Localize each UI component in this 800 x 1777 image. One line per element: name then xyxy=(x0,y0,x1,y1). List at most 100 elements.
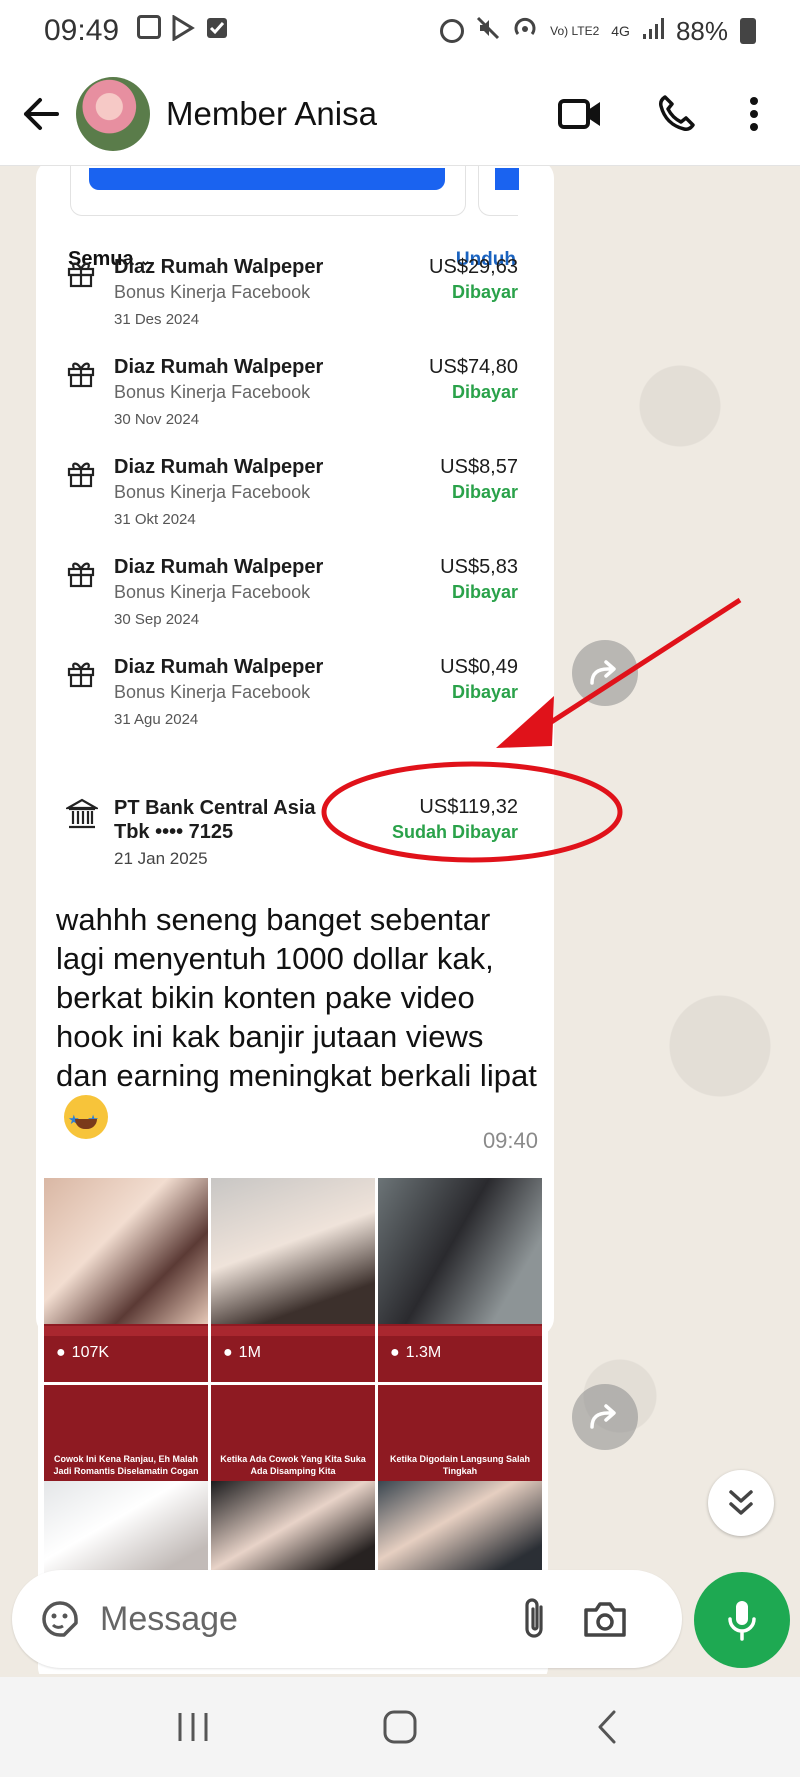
contact-avatar[interactable] xyxy=(76,76,150,151)
transaction-date: 31 Okt 2024 xyxy=(114,511,196,528)
gift-icon xyxy=(67,562,95,588)
gift-icon xyxy=(67,462,95,488)
transaction-type: Bonus Kinerja Facebook xyxy=(114,682,311,702)
gift-icon xyxy=(67,362,95,388)
card-button-fragment xyxy=(495,168,519,190)
payout-account: PT Bank Central Asia Tbk •••• 7125 xyxy=(114,797,316,843)
transaction-amount: US$74,80 xyxy=(429,356,518,378)
caption-strip xyxy=(211,1326,375,1336)
view-count: ● 1.3M xyxy=(390,1344,441,1362)
notification-icons xyxy=(137,13,229,48)
message-input[interactable] xyxy=(100,1599,500,1639)
thumbnail-caption: Ketika Digodain Langsung Salah Tingkah xyxy=(389,1454,531,1476)
transaction-amount: US$5,83 xyxy=(440,556,518,578)
payout-date: 21 Jan 2025 xyxy=(114,849,208,868)
voice-call-button[interactable] xyxy=(628,74,724,154)
transaction-row: Diaz Rumah Walpeper Bonus Kinerja Facebo… xyxy=(66,356,518,444)
card-button-fragment xyxy=(89,168,445,190)
transaction-amount: US$29,63 xyxy=(429,256,518,278)
transaction-status: Dibayar xyxy=(451,382,518,402)
view-count-value: 1M xyxy=(238,1344,261,1361)
attach-button[interactable] xyxy=(500,1570,570,1668)
bank-icon xyxy=(66,798,98,829)
video-thumbnail[interactable]: ● 1.3M xyxy=(378,1178,542,1382)
home-icon xyxy=(383,1710,417,1744)
transaction-status: Dibayar xyxy=(451,282,518,302)
thumbnail-image xyxy=(378,1178,542,1324)
double-chevron-down-icon xyxy=(729,1490,753,1515)
voice-message-button[interactable] xyxy=(694,1572,790,1668)
video-thumbnail[interactable]: Cowok Ini Kena Ranjau, Eh Malah Jadi Rom… xyxy=(44,1385,208,1585)
transaction-type: Bonus Kinerja Facebook xyxy=(114,382,311,402)
back-nav-button[interactable] xyxy=(567,1687,647,1767)
contact-name[interactable]: Member Anisa xyxy=(166,95,377,133)
view-count-value: 1.3M xyxy=(405,1344,442,1361)
transaction-type: Bonus Kinerja Facebook xyxy=(114,282,311,302)
network-type-label: 4G xyxy=(611,23,630,39)
forward-icon xyxy=(590,1404,616,1429)
transaction-date: 30 Sep 2024 xyxy=(114,611,200,628)
signal-icon xyxy=(642,16,664,47)
more-vertical-icon xyxy=(750,96,758,131)
message-time: 09:40 xyxy=(482,1128,538,1153)
caption-strip xyxy=(378,1326,542,1336)
video-thumbnail-grid: ● 107K ● 1M ● 1.3M Cowok Ini Kena Ranjau, E… xyxy=(44,1178,542,1585)
home-button[interactable] xyxy=(360,1687,440,1767)
video-thumbnail[interactable]: ● 1M xyxy=(211,1178,375,1382)
view-count-value: 107K xyxy=(71,1344,110,1361)
back-button[interactable] xyxy=(6,62,76,166)
thumbnail-image xyxy=(44,1178,208,1324)
transaction-name: Diaz Rumah Walpeper xyxy=(114,656,324,678)
transaction-name: Diaz Rumah Walpeper xyxy=(114,456,324,478)
payout-row: PT Bank Central Asia Tbk •••• 7125 21 Ja… xyxy=(66,796,518,876)
eye-icon: ● xyxy=(390,1344,400,1361)
video-thumbnail[interactable]: Ketika Digodain Langsung Salah Tingkah xyxy=(378,1385,542,1585)
transaction-type: Bonus Kinerja Facebook xyxy=(114,582,311,602)
transaction-amount: US$8,57 xyxy=(440,456,518,478)
chat-area[interactable]: Semua ⌄ Unduh Diaz Rumah Walpeper Bonus K… xyxy=(0,166,800,1674)
status-bar: 09:49 Vo) LTE2 4G 88% xyxy=(0,0,800,62)
thumbnail-caption: Ketika Ada Cowok Yang Kita Suka Ada Disa… xyxy=(220,1454,366,1476)
video-thumbnail[interactable]: ● 107K xyxy=(44,1178,208,1382)
message-composer xyxy=(12,1570,682,1668)
recent-apps-button[interactable] xyxy=(153,1687,233,1767)
transaction-row: Diaz Rumah Walpeper Bonus Kinerja Facebo… xyxy=(66,656,518,744)
transaction-row: Diaz Rumah Walpeper Bonus Kinerja Facebo… xyxy=(66,456,518,544)
back-arrow-icon xyxy=(24,97,59,130)
recent-apps-icon xyxy=(178,1713,208,1741)
more-options-button[interactable] xyxy=(724,74,784,154)
paperclip-icon xyxy=(525,1598,543,1638)
transaction-date: 30 Nov 2024 xyxy=(114,411,200,428)
forward-icon xyxy=(590,660,616,685)
view-count: ● 107K xyxy=(56,1344,109,1362)
eye-icon: ● xyxy=(56,1344,66,1361)
star-struck-emoji-icon xyxy=(64,1095,108,1139)
transaction-date: 31 Des 2024 xyxy=(114,311,200,328)
payout-amount: US$119,32 xyxy=(419,796,518,818)
next-card-fragment xyxy=(478,166,519,216)
phone-icon xyxy=(659,94,695,131)
hotspot-icon xyxy=(512,16,538,47)
forward-button[interactable] xyxy=(572,1384,638,1450)
mute-icon xyxy=(476,16,500,47)
message-text: wahhh seneng banget sebentar lagi menyen… xyxy=(56,900,542,1140)
sticker-icon xyxy=(42,1601,78,1637)
video-thumbnail[interactable]: Ketika Ada Cowok Yang Kita Suka Ada Disa… xyxy=(211,1385,375,1585)
camera-button[interactable] xyxy=(570,1570,640,1668)
back-chevron-icon xyxy=(598,1710,616,1744)
forward-button[interactable] xyxy=(572,640,638,706)
sticker-button[interactable] xyxy=(20,1570,100,1668)
transaction-status: Dibayar xyxy=(451,682,518,702)
system-navigation-bar xyxy=(0,1677,800,1777)
gift-icon xyxy=(67,262,95,288)
previous-card-fragment xyxy=(70,166,466,216)
transaction-row: Diaz Rumah Walpeper Bonus Kinerja Facebo… xyxy=(66,256,518,344)
payout-status: Sudah Dibayar xyxy=(391,822,518,842)
system-indicators: Vo) LTE2 4G 88% xyxy=(440,16,756,47)
status-time: 09:49 xyxy=(44,14,120,47)
video-call-button[interactable] xyxy=(532,74,628,154)
transaction-name: Diaz Rumah Walpeper xyxy=(114,356,324,378)
scroll-to-bottom-button[interactable] xyxy=(708,1470,774,1536)
battery-icon xyxy=(740,18,756,44)
message-body: wahhh seneng banget sebentar lagi menyen… xyxy=(56,902,537,1093)
